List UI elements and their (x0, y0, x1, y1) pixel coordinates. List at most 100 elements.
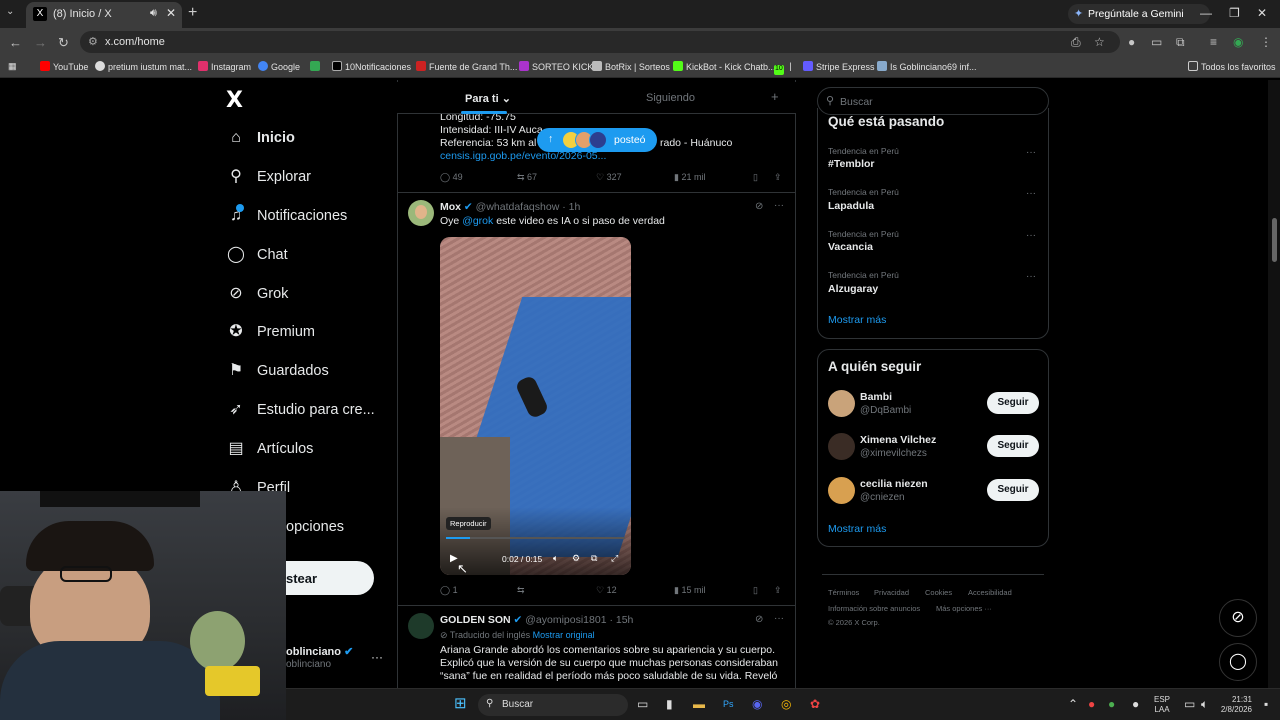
bookmark-item[interactable]: Is Goblinciano69 inf... (877, 61, 977, 72)
speaker-icon[interactable]: 🔊︎ (150, 7, 157, 20)
tray-mic-icon[interactable]: ● (1132, 697, 1139, 711)
avatar[interactable] (408, 613, 434, 639)
repost-button[interactable]: ⇆ 67 (517, 172, 537, 183)
scrollbar[interactable] (1268, 80, 1280, 688)
close-tab-icon[interactable]: ✕ (166, 6, 176, 20)
address-bar[interactable]: ⚙ x.com/home (80, 31, 1120, 53)
follow-button[interactable]: Seguir (987, 435, 1039, 457)
footer-link[interactable]: Más opciones ··· (936, 604, 992, 613)
extension-icon[interactable]: ▭ (1151, 35, 1162, 49)
avatar[interactable] (408, 200, 434, 226)
file-explorer-icon[interactable]: ▬ (693, 697, 705, 711)
bookmark-icon[interactable]: ▯ (753, 585, 758, 596)
trend-name[interactable]: Lapadula (828, 200, 874, 212)
chat-fab-icon[interactable]: ◯ (1219, 643, 1257, 681)
mention-link[interactable]: @grok (462, 215, 493, 227)
bookmark-star-icon[interactable]: ☆ (1094, 35, 1105, 49)
nav-chat[interactable]: ◯ Chat (227, 242, 397, 272)
new-tab-button[interactable]: + (188, 4, 197, 22)
views-button[interactable]: ▮ 21 mil (674, 172, 705, 183)
reply-button[interactable]: ◯ 1 (440, 585, 458, 596)
footer-link[interactable]: Cookies (925, 588, 952, 597)
x-logo-icon[interactable]: X (226, 88, 243, 113)
trend-more-icon[interactable]: ··· (1026, 230, 1036, 241)
nav-grok[interactable]: ⊘ Grok (227, 281, 397, 311)
pip-icon[interactable]: ⧉ (591, 553, 597, 564)
tab-siguiendo[interactable]: Siguiendo (646, 92, 695, 104)
scrollbar-thumb[interactable] (1272, 218, 1277, 262)
extensions-puzzle-icon[interactable]: ⧉ (1176, 35, 1185, 50)
site-info-icon[interactable]: ⚙ (88, 35, 98, 48)
add-tab-icon[interactable]: + (771, 89, 779, 104)
all-bookmarks[interactable]: Todos los favoritos (1188, 61, 1276, 72)
footer-link[interactable]: Términos (828, 588, 859, 597)
tray-icon[interactable]: ● (1108, 697, 1115, 711)
bookmark-item[interactable]: YouTube (40, 61, 88, 72)
volume-icon[interactable]: 🔈︎ (1201, 697, 1208, 712)
install-icon[interactable]: ⎙ (1071, 35, 1081, 50)
menu-kebab-icon[interactable]: ⋮ (1260, 35, 1272, 49)
share-icon[interactable]: ⇪ (774, 585, 782, 596)
post-button[interactable]: stear (286, 561, 374, 595)
footer-link[interactable]: Información sobre anuncios (828, 604, 920, 613)
grok-fab-icon[interactable]: ⊘ (1219, 599, 1257, 637)
author-handle[interactable]: @ayomiposi1801 · 15h (525, 614, 633, 626)
bookmark-item[interactable]: 10 | (774, 61, 792, 75)
tray-icon[interactable]: ● (1088, 697, 1095, 711)
views-button[interactable]: ▮ 15 mil (674, 585, 705, 596)
close-window-button[interactable]: ✕ (1257, 6, 1267, 20)
trend-more-icon[interactable]: ··· (1026, 188, 1036, 199)
share-icon[interactable]: ⇪ (774, 172, 782, 183)
clock[interactable]: 21:31 2/8/2026 (1216, 695, 1252, 715)
trend-name[interactable]: #Temblor (828, 158, 874, 170)
discord-icon[interactable]: ◉ (752, 697, 762, 711)
like-button[interactable]: ♡ 327 (596, 172, 622, 183)
show-more-trends-link[interactable]: Mostrar más (828, 314, 886, 326)
account-menu-icon[interactable]: ··· (371, 650, 383, 664)
more-icon[interactable]: ··· (774, 200, 784, 211)
back-button[interactable]: ← (9, 35, 22, 50)
gemini-button[interactable]: ✦ Pregúntale a Gemini (1068, 4, 1210, 24)
bookmark-item[interactable]: Google (258, 61, 300, 72)
follow-button[interactable]: Seguir (987, 392, 1039, 414)
bookmark-item[interactable]: Stripe Express (803, 61, 875, 72)
tray-chevron-icon[interactable]: ⌃ (1068, 697, 1078, 711)
extension-icon[interactable]: ● (1128, 35, 1135, 49)
nav-explorar[interactable]: ⚲ Explorar (227, 164, 397, 194)
notifications-icon[interactable]: ▪ (1264, 697, 1268, 711)
volume-icon[interactable]: 🔈︎ (553, 553, 558, 564)
video-progress-track[interactable] (446, 537, 625, 539)
reply-button[interactable]: ◯ 49 (440, 172, 463, 183)
follow-name[interactable]: Bambi (860, 391, 892, 403)
bookmark-item[interactable]: BotRix | Sorteos (592, 61, 670, 72)
chrome-icon[interactable]: ◎ (781, 697, 791, 711)
restore-button[interactable]: ❐ (1229, 6, 1240, 20)
repost-button[interactable]: ⇆ (517, 585, 525, 596)
more-icon[interactable]: ··· (774, 613, 784, 624)
profile-avatar-icon[interactable]: ◉ (1233, 35, 1243, 49)
avatar[interactable] (828, 433, 855, 460)
forward-button[interactable]: → (34, 35, 47, 50)
trend-name[interactable]: Vacancia (828, 241, 873, 253)
browser-tab[interactable]: X (8) Inicio / X 🔊︎ ✕ (26, 2, 182, 28)
new-posts-pill[interactable]: ↑ posteó (537, 128, 657, 152)
bookmark-item[interactable] (310, 61, 323, 72)
author-handle[interactable]: @whatdafaqshow · 1h (476, 201, 581, 213)
apps-grid-icon[interactable]: ▦ (8, 61, 17, 72)
footer-link[interactable]: Accesibilidad (968, 588, 1012, 597)
nav-premium[interactable]: ✪ Premium (227, 319, 397, 349)
bookmark-item[interactable]: Fuente de Grand Th... (416, 61, 517, 72)
tab-search-icon[interactable]: ⌄ (6, 6, 14, 17)
app-icon[interactable]: ✿ (810, 697, 820, 711)
photoshop-icon[interactable]: Ps (723, 699, 734, 709)
follow-button[interactable]: Seguir (987, 479, 1039, 501)
nav-inicio[interactable]: ⌂ Inicio (227, 125, 397, 155)
author-name[interactable]: GOLDEN SON (440, 614, 511, 626)
author-name[interactable]: Mox (440, 201, 461, 213)
account-name[interactable]: oblinciano ✔ (286, 645, 353, 658)
bookmark-item[interactable]: Instagram (198, 61, 251, 72)
show-original-link[interactable]: Mostrar original (533, 630, 595, 640)
windows-start-icon[interactable]: ⊞ (454, 694, 467, 712)
like-button[interactable]: ♡ 12 (596, 585, 617, 596)
media-icon[interactable]: ≡ (1210, 35, 1217, 49)
